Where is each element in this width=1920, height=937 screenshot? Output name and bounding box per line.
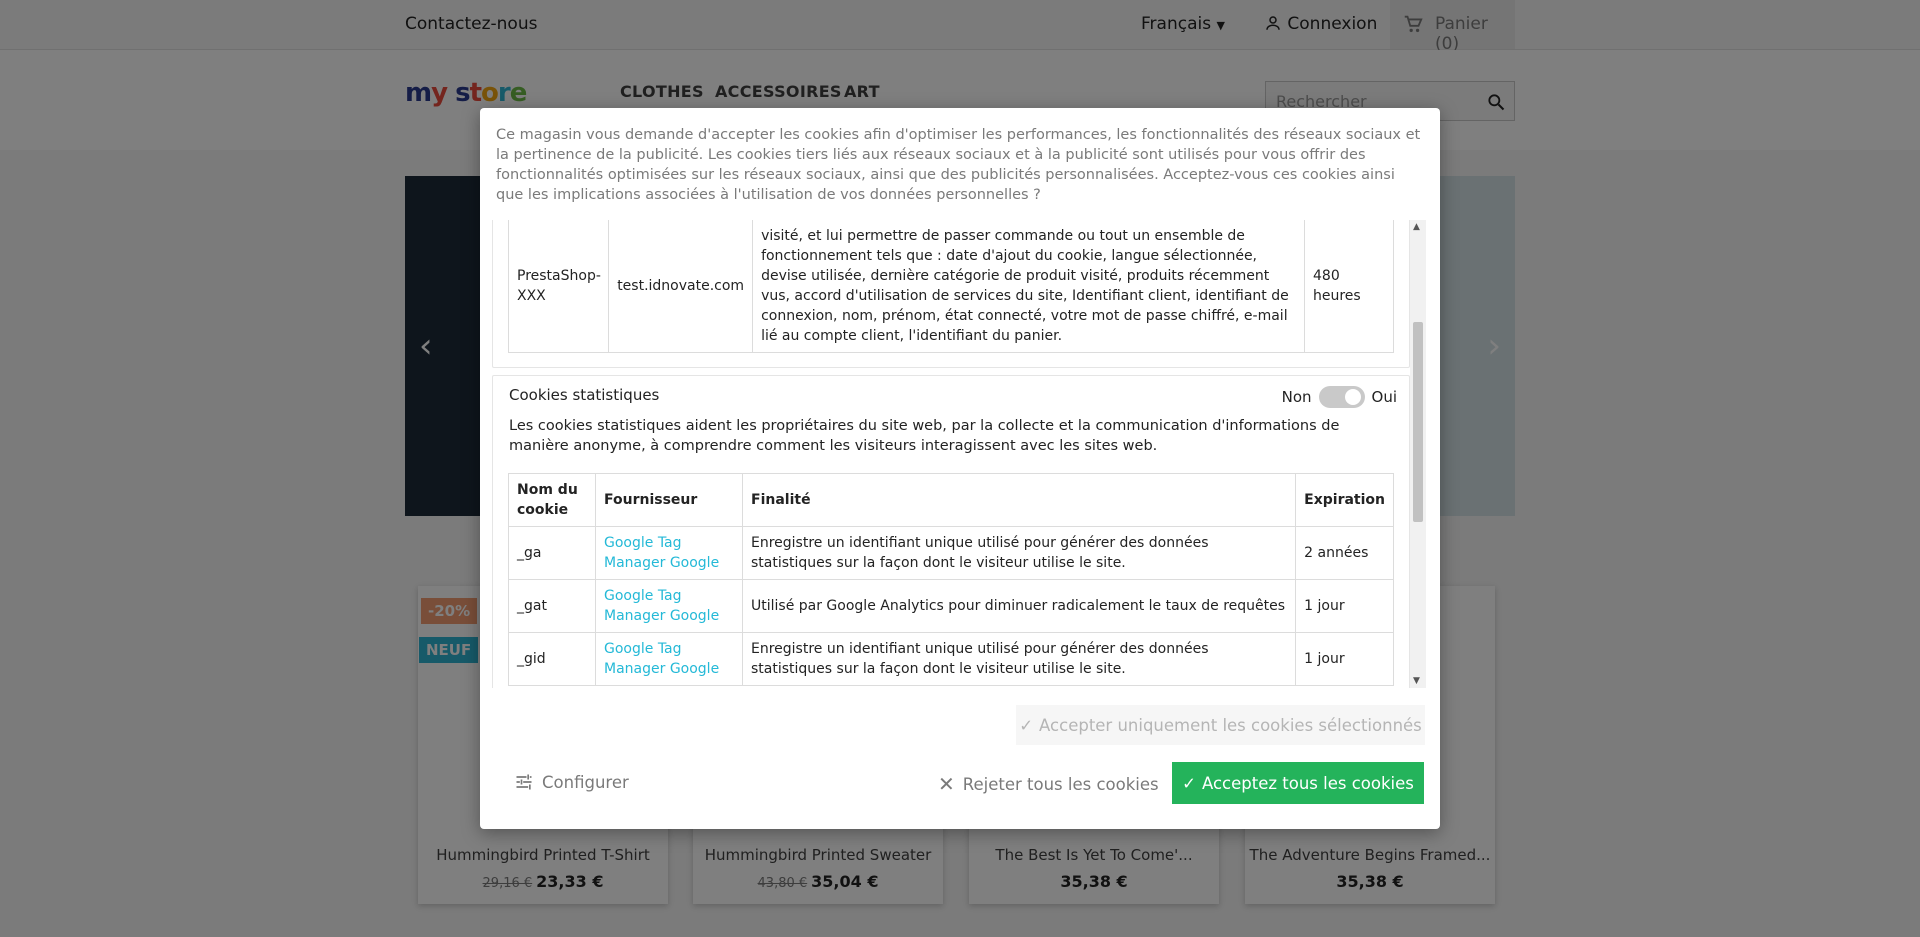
functional-cookies-section: PrestaShop-XXX test.idnovate.com visité,… xyxy=(492,220,1410,368)
button-label: Accepter uniquement les cookies sélectio… xyxy=(1039,715,1422,735)
cookie-purpose: visité, et lui permettre de passer comma… xyxy=(752,220,1305,353)
cookie-expiration: 1 jour xyxy=(1295,632,1394,686)
cookie-expiration: 2 années xyxy=(1295,526,1394,580)
column-header: Nom du cookie xyxy=(508,473,596,527)
statistics-cookies-section: Cookies statistiques Non Oui Les cookies… xyxy=(492,375,1410,688)
column-header: Finalité xyxy=(741,473,1297,527)
column-header: Expiration xyxy=(1295,473,1394,527)
cookie-provider: test.idnovate.com xyxy=(608,220,754,353)
table-header-row: Nom du cookie Fournisseur Finalité Expir… xyxy=(508,473,1394,527)
consent-intro-text: Ce magasin vous demande d'accepter les c… xyxy=(496,127,1421,203)
scroll-up-icon[interactable]: ▲ xyxy=(1413,222,1420,232)
accept-all-button[interactable]: ✓ Acceptez tous les cookies xyxy=(1172,762,1424,804)
cookie-name: _ga xyxy=(508,526,596,580)
cookie-consent-modal: Ce magasin vous demande d'accepter les c… xyxy=(480,108,1440,829)
provider-link[interactable]: Google Tag Manager Google xyxy=(604,535,719,571)
toggle-switch[interactable] xyxy=(1318,386,1365,408)
reject-all-button[interactable]: ✕ Rejeter tous les cookies xyxy=(938,772,1159,796)
toggle-on-label: Oui xyxy=(1371,388,1397,406)
cookie-expiration: 480 heures xyxy=(1304,220,1394,353)
table-row: _gat Google Tag Manager Google Utilisé p… xyxy=(508,579,1394,633)
table-row: _ga Google Tag Manager Google Enregistre… xyxy=(508,526,1394,580)
cookie-purpose: Enregistre un identifiant unique utilisé… xyxy=(741,526,1297,580)
cookie-expiration: 1 jour xyxy=(1295,579,1394,633)
button-label: Acceptez tous les cookies xyxy=(1201,773,1414,793)
toggle-off-label: Non xyxy=(1281,388,1312,406)
functional-cookies-table: PrestaShop-XXX test.idnovate.com visité,… xyxy=(507,220,1394,353)
configure-button[interactable]: Configurer xyxy=(514,772,629,792)
cookie-purpose: Utilisé par Google Analytics pour diminu… xyxy=(741,579,1297,633)
check-icon: ✓ xyxy=(1019,715,1034,735)
section-description: Les cookies statistiques aident les prop… xyxy=(509,418,1340,454)
cookie-name: PrestaShop-XXX xyxy=(507,220,610,353)
table-row: _gid Google Tag Manager Google Enregistr… xyxy=(508,632,1394,686)
accept-selected-button[interactable]: ✓ Accepter uniquement les cookies sélect… xyxy=(1016,705,1425,745)
button-label: Rejeter tous les cookies xyxy=(962,774,1159,794)
statistics-toggle[interactable]: Non Oui xyxy=(1282,386,1397,408)
cookie-name: _gid xyxy=(508,632,596,686)
scrollbar-thumb[interactable] xyxy=(1413,322,1423,522)
cookie-purpose: Enregistre un identifiant unique utilisé… xyxy=(741,632,1297,686)
toggle-knob xyxy=(1344,389,1361,405)
table-row: PrestaShop-XXX test.idnovate.com visité,… xyxy=(507,220,1394,353)
close-icon: ✕ xyxy=(938,772,955,796)
column-header: Fournisseur xyxy=(595,473,743,527)
section-title: Cookies statistiques xyxy=(509,386,660,404)
button-label: Configurer xyxy=(542,772,629,792)
cookie-settings-scroll-area[interactable]: PrestaShop-XXX test.idnovate.com visité,… xyxy=(492,220,1418,688)
sliders-icon xyxy=(516,774,532,790)
statistics-cookies-table: Nom du cookie Fournisseur Finalité Expir… xyxy=(508,473,1394,686)
provider-link[interactable]: Google Tag Manager Google xyxy=(604,588,719,624)
scrollbar[interactable]: ▲ ▼ xyxy=(1410,220,1426,688)
provider-link[interactable]: Google Tag Manager Google xyxy=(604,641,719,677)
scroll-down-icon[interactable]: ▼ xyxy=(1413,676,1420,686)
check-icon: ✓ xyxy=(1182,773,1196,793)
cookie-name: _gat xyxy=(508,579,596,633)
